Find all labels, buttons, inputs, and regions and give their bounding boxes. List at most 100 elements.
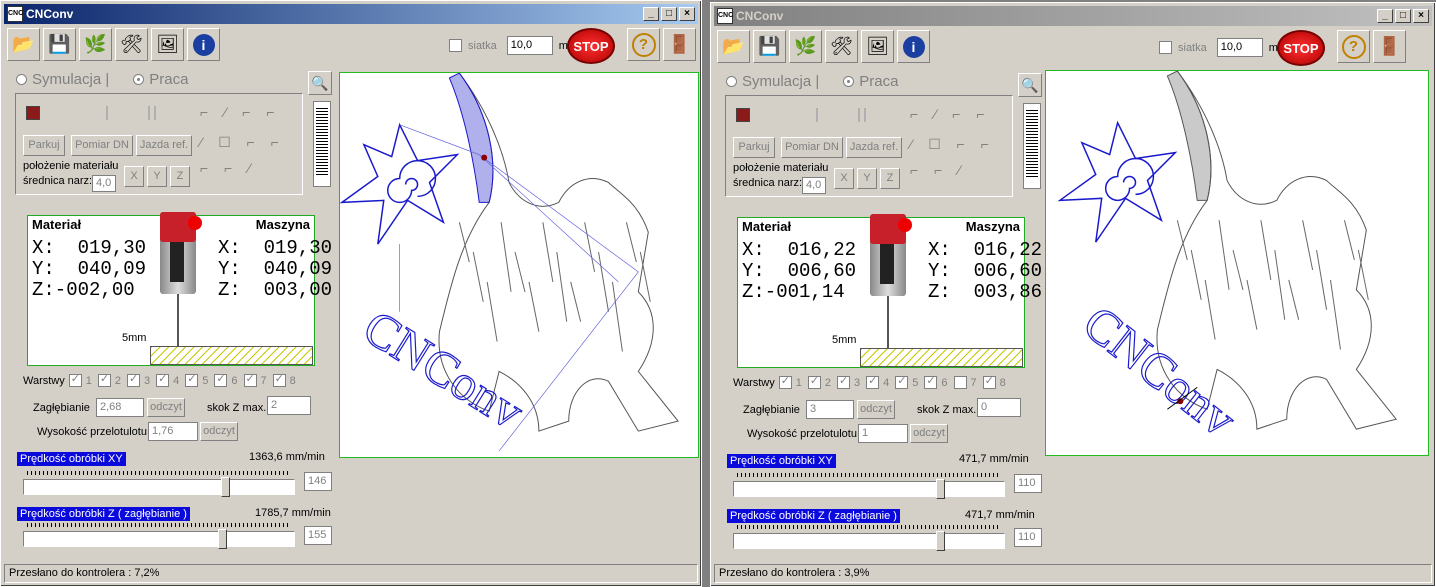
layer-5-checkbox[interactable]: [185, 372, 199, 387]
zero-y-button[interactable]: Y: [857, 168, 877, 189]
speed-xy-box[interactable]: 110: [1014, 474, 1042, 493]
speed-z-box[interactable]: 155: [304, 526, 332, 545]
reference-button[interactable]: Jazda ref.: [846, 137, 902, 158]
image-icon[interactable]: 🖼: [861, 30, 894, 63]
plunge-input[interactable]: 2,68: [96, 398, 144, 417]
travel-read-button[interactable]: odczyt: [910, 424, 948, 443]
layer-1-checkbox[interactable]: [778, 374, 792, 389]
layer-4-checkbox[interactable]: [866, 374, 880, 389]
zero-y-button[interactable]: Y: [147, 166, 167, 187]
mode-simulation[interactable]: Symulacja |: [16, 71, 109, 88]
spindle-stop-icon[interactable]: [26, 106, 40, 120]
design-canvas[interactable]: CNConv: [1045, 70, 1429, 456]
stop-button[interactable]: STOP: [567, 28, 615, 64]
travel-height-input[interactable]: 1,76: [148, 422, 198, 441]
close-button[interactable]: ×: [1413, 9, 1429, 23]
measure-button[interactable]: Pomiar DN: [71, 135, 133, 156]
minimize-button[interactable]: _: [643, 7, 659, 21]
speed-xy-slider[interactable]: [23, 477, 295, 497]
grid-checkbox[interactable]: [449, 39, 462, 52]
layer-6-checkbox[interactable]: [214, 372, 228, 387]
design-canvas[interactable]: CNConv: [339, 72, 699, 458]
speed-xy-slider[interactable]: [733, 479, 1005, 499]
speed-z-slider[interactable]: [23, 529, 295, 549]
save-icon[interactable]: 💾: [753, 30, 786, 63]
minimize-button[interactable]: _: [1377, 9, 1393, 23]
layer-7-checkbox[interactable]: [243, 372, 257, 387]
mode-work[interactable]: Praca: [843, 73, 898, 90]
layer-3-checkbox[interactable]: [127, 372, 141, 387]
direction-icons[interactable]: ⌐ ⁄ ⌐ ⌐: [200, 104, 281, 120]
speed-xy-thumb[interactable]: [220, 477, 230, 497]
spindle-stop-icon[interactable]: [736, 108, 750, 122]
speed-xy-box[interactable]: 146: [304, 472, 332, 491]
grid-input[interactable]: 10,0: [506, 36, 553, 55]
plunge-input[interactable]: 3: [806, 400, 854, 419]
import-plt-icon[interactable]: 🌿: [79, 28, 112, 61]
zero-z-button[interactable]: Z: [170, 166, 190, 187]
exit-door-icon[interactable]: 🚪: [1373, 30, 1406, 63]
layer-7-checkbox[interactable]: [953, 376, 967, 389]
park-button[interactable]: Parkuj: [23, 135, 65, 156]
plunge-read-button[interactable]: odczyt: [147, 398, 185, 417]
layer-2-checkbox[interactable]: [97, 372, 111, 387]
title-bar[interactable]: CNC CNConv _ □ ×: [714, 6, 1432, 26]
direction-icons[interactable]: ⌐ ⁄ ⌐ ⌐: [910, 106, 991, 122]
open-folder-icon[interactable]: 📂: [717, 30, 750, 63]
mode-work[interactable]: Praca: [133, 71, 188, 88]
title-bar[interactable]: CNC CNConv _ □ ×: [4, 4, 698, 24]
move-down-icon[interactable]: [858, 108, 866, 122]
help-icon[interactable]: ?: [1337, 30, 1370, 63]
measure-button[interactable]: Pomiar DN: [781, 137, 843, 158]
tools-icon[interactable]: 🛠: [825, 30, 858, 63]
zoom-icon[interactable]: 🔍: [308, 71, 332, 95]
layer-3-checkbox[interactable]: [837, 374, 851, 389]
info-icon[interactable]: i: [897, 30, 930, 63]
z-scrollbar[interactable]: [1023, 103, 1041, 189]
info-icon[interactable]: i: [187, 28, 220, 61]
save-icon[interactable]: 💾: [43, 28, 76, 61]
image-icon[interactable]: 🖼: [151, 28, 184, 61]
z-scrollbar[interactable]: [313, 101, 331, 187]
reference-button[interactable]: Jazda ref.: [136, 135, 192, 156]
speed-z-thumb[interactable]: [935, 531, 945, 551]
zstep-input[interactable]: 0: [977, 398, 1021, 417]
zero-x-button[interactable]: X: [834, 168, 854, 189]
open-folder-icon[interactable]: 📂: [7, 28, 40, 61]
speed-xy-thumb[interactable]: [935, 479, 945, 499]
help-icon[interactable]: ?: [627, 28, 660, 61]
move-down-icon[interactable]: [148, 106, 156, 120]
park-button[interactable]: Parkuj: [733, 137, 775, 158]
layer-8-checkbox[interactable]: [272, 372, 286, 387]
speed-z-slider[interactable]: [733, 531, 1005, 551]
layer-1-checkbox[interactable]: [68, 372, 82, 387]
layer-6-checkbox[interactable]: [924, 374, 938, 389]
tool-diameter-input[interactable]: 4,0: [92, 175, 116, 192]
grid-input[interactable]: 10,0: [1216, 38, 1263, 57]
tools-icon[interactable]: 🛠: [115, 28, 148, 61]
exit-door-icon[interactable]: 🚪: [663, 28, 696, 61]
close-button[interactable]: ×: [679, 7, 695, 21]
tool-diameter-input[interactable]: 4,0: [802, 177, 826, 194]
layer-2-checkbox[interactable]: [807, 374, 821, 389]
layer-4-checkbox[interactable]: [156, 372, 170, 387]
maximize-button[interactable]: □: [1395, 9, 1411, 23]
maximize-button[interactable]: □: [661, 7, 677, 21]
speed-z-thumb[interactable]: [217, 529, 227, 549]
layer-8-checkbox[interactable]: [982, 374, 996, 389]
grid-checkbox[interactable]: [1159, 41, 1172, 54]
mode-simulation[interactable]: Symulacja |: [726, 73, 819, 90]
move-up-icon[interactable]: [816, 108, 818, 122]
direction-icons-3[interactable]: ⌐ ⌐ ⁄: [910, 162, 966, 178]
direction-icons-2[interactable]: ⁄ ☐ ⌐ ⌐: [200, 134, 285, 151]
zero-x-button[interactable]: X: [124, 166, 144, 187]
layer-5-checkbox[interactable]: [895, 374, 909, 389]
import-plt-icon[interactable]: 🌿: [789, 30, 822, 63]
direction-icons-2[interactable]: ⁄ ☐ ⌐ ⌐: [910, 136, 995, 153]
direction-icons-3[interactable]: ⌐ ⌐ ⁄: [200, 160, 256, 176]
zero-z-button[interactable]: Z: [880, 168, 900, 189]
plunge-read-button[interactable]: odczyt: [857, 400, 895, 419]
move-up-icon[interactable]: [106, 106, 108, 120]
speed-z-box[interactable]: 110: [1014, 528, 1042, 547]
travel-read-button[interactable]: odczyt: [200, 422, 238, 441]
